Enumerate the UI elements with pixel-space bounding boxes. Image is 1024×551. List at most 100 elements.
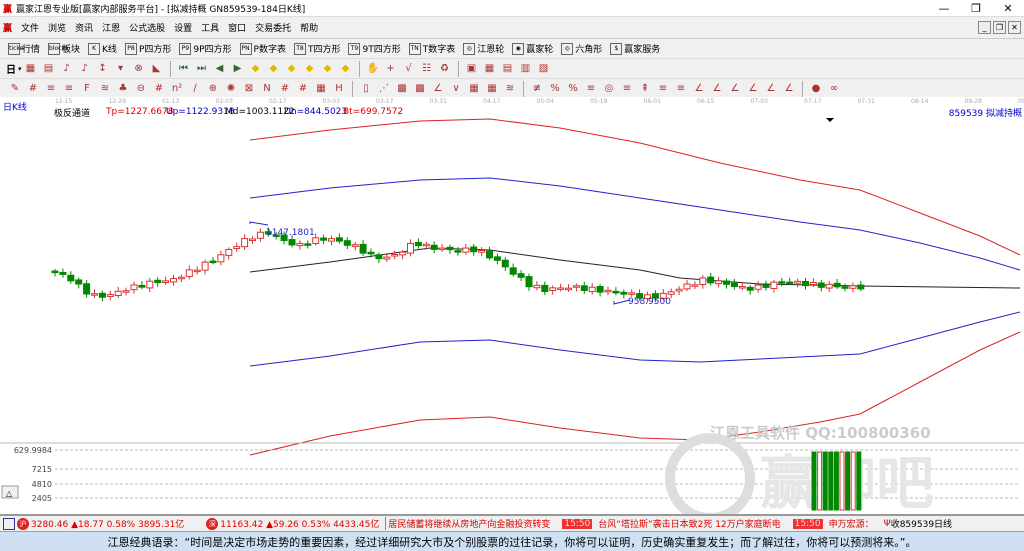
toolbar-button-5[interactable]: PN P数字表 [239, 42, 286, 55]
tool-icon[interactable]: ⊖ [135, 83, 147, 95]
toolbar-button-6[interactable]: T8 T四方形 [293, 42, 340, 55]
tool-icon[interactable]: % [567, 83, 579, 95]
menu-window[interactable]: 窗口 [228, 21, 246, 34]
tool-icon[interactable]: ◆ [322, 63, 334, 75]
calculator-icon[interactable] [3, 517, 15, 530]
tool-icon[interactable]: ♣ [117, 83, 129, 95]
tool-icon[interactable]: ● [810, 83, 822, 95]
menu-tools[interactable]: 工具 [201, 21, 219, 34]
menu-news[interactable]: 资讯 [75, 21, 93, 34]
toolbar-button-12[interactable]: $ 赢家服务 [610, 42, 660, 55]
menu-file[interactable]: 文件 [21, 21, 39, 34]
news-item[interactable]: 申万宏源： [829, 517, 874, 530]
tool-icon[interactable]: ≋ [99, 83, 111, 95]
tool-icon[interactable]: ⇞ [639, 83, 651, 95]
tool-icon[interactable]: ≡ [675, 83, 687, 95]
toolbar-button-1[interactable]: blocks 板块 [48, 42, 80, 55]
tool-icon[interactable]: ▩ [414, 83, 426, 95]
tool-icon[interactable]: ✋ [367, 63, 379, 75]
tool-icon[interactable]: ◀ [214, 63, 226, 75]
tool-icon[interactable]: ≡ [657, 83, 669, 95]
tool-icon[interactable]: ◆ [250, 63, 262, 75]
toolbar-button-2[interactable]: K K线 [88, 42, 117, 55]
toolbar-button-3[interactable]: P8 P四方形 [124, 42, 171, 55]
tool-icon[interactable]: ▧ [538, 63, 550, 75]
tool-icon[interactable]: ◆ [268, 63, 280, 75]
tool-icon[interactable]: ∠ [432, 83, 444, 95]
tool-icon[interactable]: N [261, 83, 273, 95]
tool-icon[interactable]: ▤ [502, 63, 514, 75]
mdi-close-button[interactable]: ✕ [1008, 21, 1021, 34]
tool-icon[interactable]: ♻ [439, 63, 451, 75]
tool-icon[interactable]: ≡ [45, 83, 57, 95]
menu-help[interactable]: 帮助 [300, 21, 318, 34]
tool-icon[interactable]: ▦ [484, 63, 496, 75]
toolbar-button-8[interactable]: TN T数字表 [408, 42, 455, 55]
tool-icon[interactable]: ⊕ [207, 83, 219, 95]
tool-icon[interactable]: F [81, 83, 93, 95]
toolbar-button-11[interactable]: ◎ 六角形 [561, 42, 602, 55]
tool-icon[interactable]: ∨ [450, 83, 462, 95]
toolbar-button-10[interactable]: ◉ 赢家轮 [512, 42, 553, 55]
tool-icon[interactable]: ≋ [504, 83, 516, 95]
tool-icon[interactable]: ▦ [315, 83, 327, 95]
tool-icon[interactable]: ▦ [486, 83, 498, 95]
tool-icon[interactable]: ∕ [189, 83, 201, 95]
tool-icon[interactable]: ∠ [765, 83, 777, 95]
tool-icon[interactable]: ≡ [585, 83, 597, 95]
tool-icon[interactable]: ⊠ [243, 83, 255, 95]
tool-icon[interactable]: ∠ [783, 83, 795, 95]
tool-icon[interactable]: ♪ [61, 63, 73, 75]
mdi-minimize-button[interactable]: _ [978, 21, 991, 34]
restore-button[interactable]: ❐ [960, 2, 992, 15]
close-button[interactable]: ✕ [992, 2, 1024, 15]
tool-icon[interactable]: ▯ [360, 83, 372, 95]
tool-icon[interactable]: ♪ [79, 63, 91, 75]
menu-gann[interactable]: 江恩 [102, 21, 120, 34]
tool-icon[interactable]: ≡ [63, 83, 75, 95]
tool-icon[interactable]: √ [403, 63, 415, 75]
menu-trade[interactable]: 交易委托 [255, 21, 291, 34]
toolbar-button-7[interactable]: T9 9T四方形 [348, 42, 401, 55]
tool-icon[interactable]: ⏭ [196, 63, 208, 75]
tool-icon[interactable]: ◎ [603, 83, 615, 95]
tool-icon[interactable]: ▦ [25, 63, 37, 75]
kline-chart[interactable]: 1147.1801 958.9500 629.9984 7215 4810 24… [0, 118, 1024, 514]
tool-icon[interactable]: % [549, 83, 561, 95]
tool-icon[interactable]: ⏮ [178, 63, 190, 75]
tool-icon[interactable]: ∠ [729, 83, 741, 95]
tool-icon[interactable]: ✎ [9, 83, 21, 95]
menu-settings[interactable]: 设置 [174, 21, 192, 34]
news-item[interactable]: 台风“塔拉斯”袭击日本致2死 12万户家庭断电 [598, 517, 780, 530]
tool-icon[interactable]: ◆ [286, 63, 298, 75]
tool-icon[interactable]: # [153, 83, 165, 95]
minimize-button[interactable]: — [928, 2, 960, 15]
menu-browse[interactable]: 浏览 [48, 21, 66, 34]
tool-icon[interactable]: ∞ [828, 83, 840, 95]
tool-icon[interactable]: ▤ [43, 63, 55, 75]
toolbar-button-4[interactable]: P9 9P四方形 [179, 42, 232, 55]
tool-icon[interactable]: ⊗ [133, 63, 145, 75]
tool-icon[interactable]: ↕ [97, 63, 109, 75]
tool-icon[interactable]: ▩ [396, 83, 408, 95]
tool-icon[interactable]: ◆ [340, 63, 352, 75]
news-item[interactable]: 居民储蓄将继续从房地产向金融投资转变 [385, 517, 550, 530]
tool-icon[interactable]: ▾ [115, 63, 127, 75]
toolbar-button-9[interactable]: ◎ 江恩轮 [463, 42, 504, 55]
tool-icon[interactable]: ▣ [466, 63, 478, 75]
tool-icon[interactable]: ▶ [232, 63, 244, 75]
toolbar-button-0[interactable]: ticker 行情 [8, 42, 40, 55]
tool-icon[interactable]: ✺ [225, 83, 237, 95]
tool-icon[interactable]: ☷ [421, 63, 433, 75]
tool-icon[interactable]: + [385, 63, 397, 75]
tool-icon[interactable]: ◆ [304, 63, 316, 75]
tool-icon[interactable]: ∠ [747, 83, 759, 95]
tool-icon[interactable]: ▥ [520, 63, 532, 75]
tool-icon[interactable]: ∠ [693, 83, 705, 95]
tool-icon[interactable]: ⋰ [378, 83, 390, 95]
period-select[interactable]: 日 [6, 61, 16, 76]
tool-icon[interactable]: ≢ [531, 83, 543, 95]
tool-icon[interactable]: ∠ [711, 83, 723, 95]
tool-icon[interactable]: H [333, 83, 345, 95]
tool-icon[interactable]: # [297, 83, 309, 95]
